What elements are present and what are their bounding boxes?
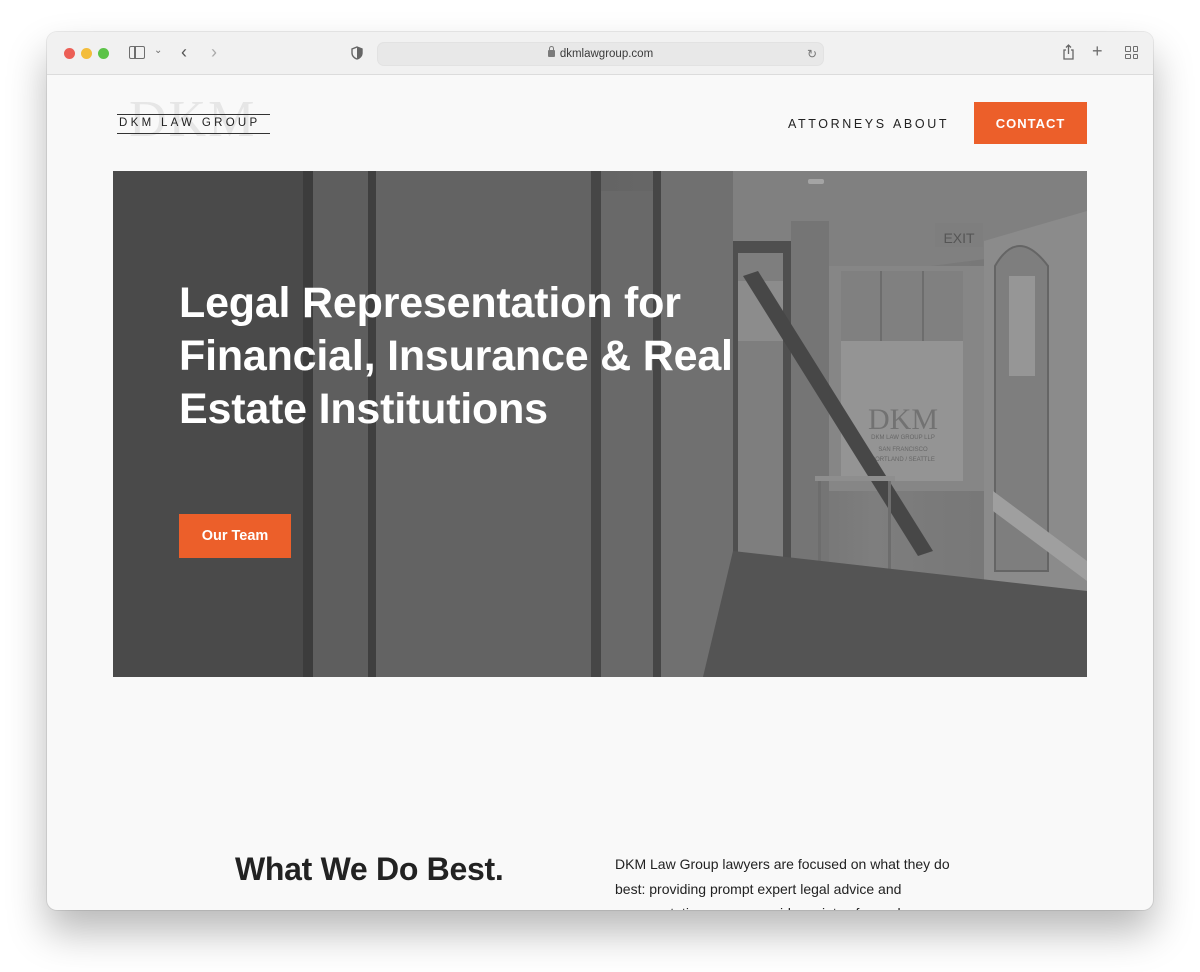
lock-icon [547, 46, 555, 57]
address-bar[interactable]: dkmlawgroup.com ↻ [377, 42, 824, 66]
share-icon[interactable] [1062, 44, 1075, 62]
hero-title: Legal Representation for Financial, Insu… [179, 279, 733, 433]
forward-icon[interactable]: › [211, 43, 217, 61]
chevron-down-icon[interactable]: ⌄ [154, 46, 162, 56]
site-header: DKM DKM LAW GROUP ATTORNEYS ABOUT CONTAC… [47, 76, 1153, 171]
logo-rule-top [117, 114, 270, 115]
browser-toolbar: ⌄ ‹ › dkmlawgroup.com ↻ + [47, 32, 1153, 75]
minimize-window-button[interactable] [81, 48, 92, 59]
reload-icon[interactable]: ↻ [807, 47, 817, 61]
hero-section: DKM DKM LAW GROUP LLP SAN FRANCISCO PORT… [113, 171, 1087, 677]
shield-icon[interactable] [351, 46, 363, 60]
nav-about[interactable]: ABOUT [893, 117, 949, 131]
logo[interactable]: DKM DKM LAW GROUP [117, 94, 272, 148]
tab-overview-icon[interactable] [1125, 46, 1138, 59]
sidebar-icon[interactable] [129, 46, 145, 59]
url-text: dkmlawgroup.com [559, 48, 654, 60]
section-title: What We Do Best. [235, 851, 504, 887]
zoom-window-button[interactable] [98, 48, 109, 59]
nav-attorneys[interactable]: ATTORNEYS [788, 117, 887, 131]
close-window-button[interactable] [64, 48, 75, 59]
our-team-button[interactable]: Our Team [179, 514, 291, 558]
url-display[interactable]: dkmlawgroup.com [378, 46, 823, 60]
contact-button[interactable]: CONTACT [974, 102, 1087, 144]
section-text: DKM Law Group lawyers are focused on wha… [615, 856, 950, 910]
back-icon[interactable]: ‹ [181, 43, 187, 61]
new-tab-icon[interactable]: + [1092, 42, 1103, 60]
browser-window: ⌄ ‹ › dkmlawgroup.com ↻ + DKM DKM LAW GR… [47, 32, 1153, 910]
logo-rule-bottom [117, 133, 270, 134]
logo-text: DKM LAW GROUP [119, 117, 261, 129]
